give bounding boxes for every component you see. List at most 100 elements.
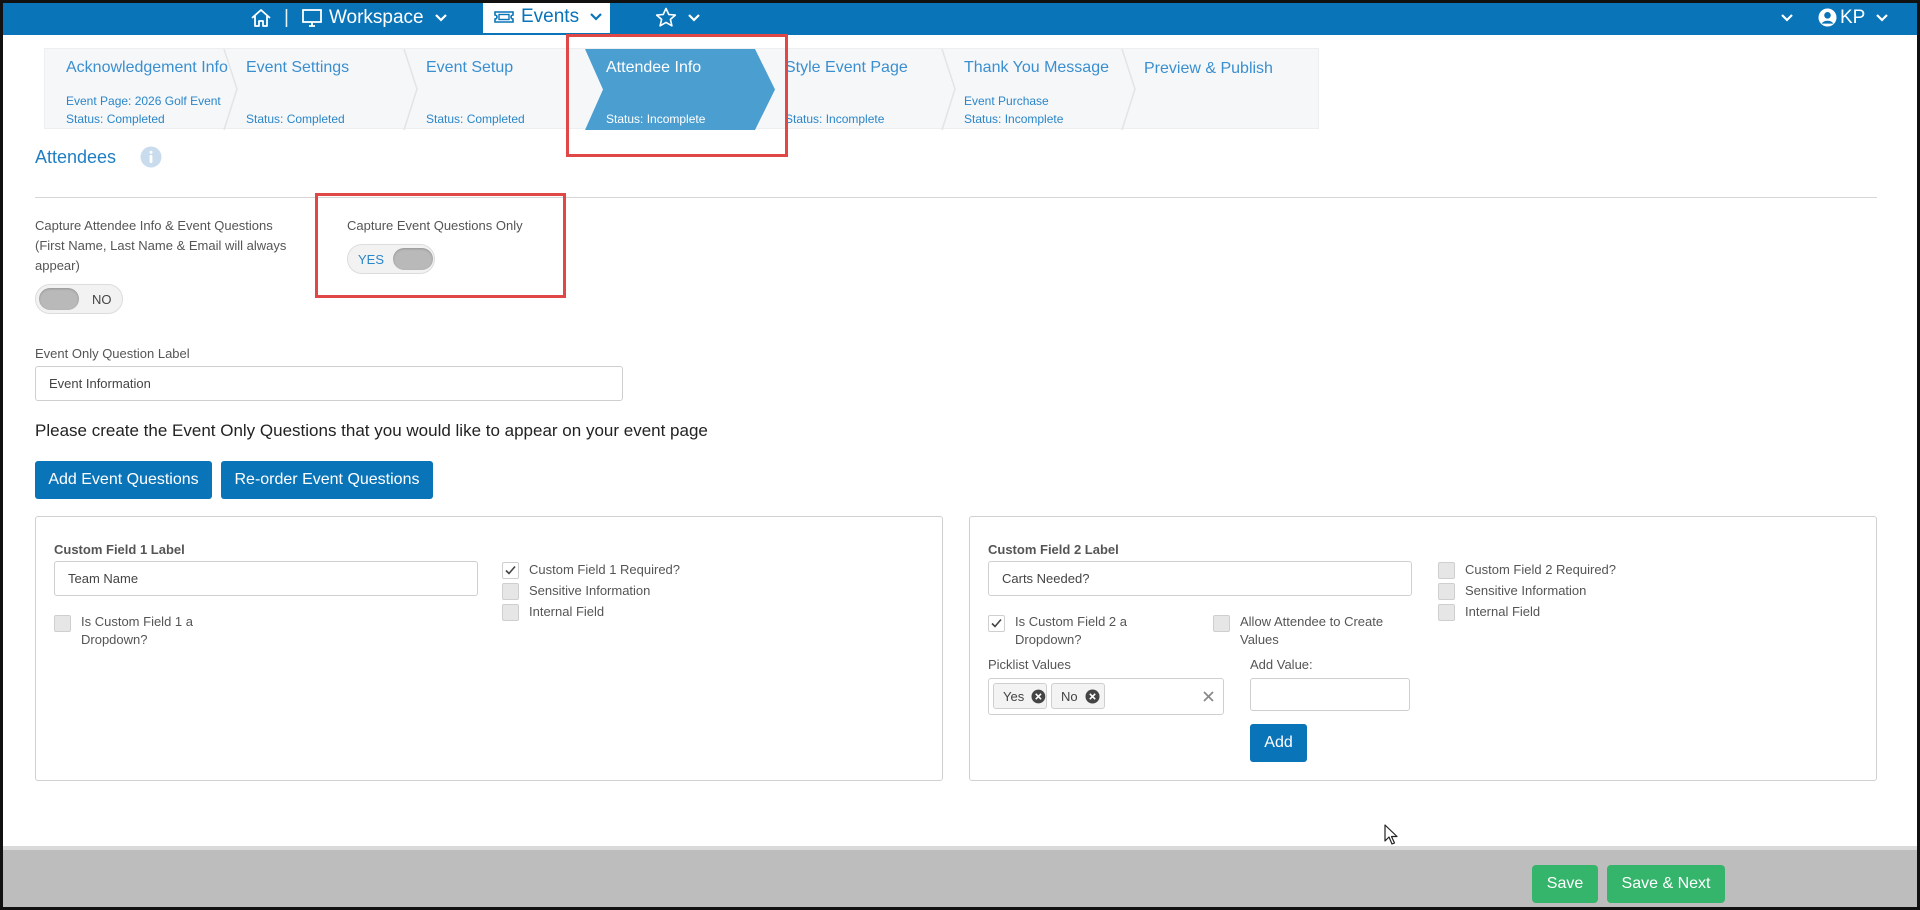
checkbox-label-line: Allow Attendee to Create: [1240, 614, 1384, 629]
step-status: Status: Completed: [426, 112, 525, 126]
picklist-tag[interactable]: Yes: [993, 683, 1047, 709]
reorder-event-questions-button[interactable]: Re-order Event Questions: [221, 461, 433, 499]
chevron-down-icon[interactable]: [1780, 13, 1794, 23]
user-initials[interactable]: KP: [1840, 7, 1865, 29]
step-title[interactable]: Thank You Message: [964, 59, 1109, 77]
instruction-text: Please create the Event Only Questions t…: [35, 421, 708, 440]
checkbox-label-line: Dropdown?: [81, 632, 148, 647]
checkbox-label-line: Dropdown?: [1015, 632, 1082, 647]
custom-field-1-required-label: Custom Field 1 Required?: [529, 562, 681, 577]
top-navigation-bar: | Workspace Events KP: [0, 0, 1920, 35]
capture-all-toggle[interactable]: NO: [35, 284, 123, 314]
picklist-values-box[interactable]: Yes No: [988, 678, 1224, 715]
custom-field-2-internal-label: Internal Field: [1465, 604, 1541, 619]
step-title[interactable]: Event Setup: [426, 59, 513, 77]
star-icon[interactable]: [655, 7, 677, 28]
allow-create-values-label: Allow Attendee to Create Values: [1240, 613, 1383, 649]
custom-field-2-dropdown-checkbox[interactable]: [988, 615, 1005, 632]
chevron-down-icon[interactable]: [589, 12, 603, 22]
custom-field-2-sensitive-checkbox[interactable]: [1438, 583, 1455, 600]
event-only-question-label: Event Only Question Label: [35, 346, 190, 361]
checkbox-label-line: Is Custom Field 1 a: [81, 614, 193, 629]
custom-field-1-required-checkbox[interactable]: [502, 562, 519, 579]
step-title[interactable]: Preview & Publish: [1144, 60, 1273, 78]
step-title[interactable]: Event Settings: [246, 59, 349, 77]
events-label[interactable]: Events: [521, 6, 579, 28]
custom-field-2-input[interactable]: Carts Needed?: [988, 561, 1412, 596]
section-divider: [35, 197, 1877, 198]
mouse-cursor-icon: [1384, 824, 1398, 845]
user-menu[interactable]: KP: [1780, 0, 1889, 35]
custom-field-2-required-checkbox[interactable]: [1438, 562, 1455, 579]
remove-tag-icon[interactable]: [1085, 689, 1100, 704]
checkbox-label-line: Values: [1240, 632, 1279, 647]
chevron-down-icon[interactable]: [687, 13, 701, 23]
step-event-setup[interactable]: Event Setup Status: Completed: [405, 49, 585, 130]
remove-tag-icon[interactable]: [1031, 689, 1046, 704]
workspace-label[interactable]: Workspace: [329, 7, 424, 29]
allow-create-values-checkbox[interactable]: [1213, 615, 1230, 632]
save-next-button[interactable]: Save & Next: [1607, 865, 1725, 903]
custom-field-1-input[interactable]: Team Name: [54, 561, 478, 596]
user-circle-icon[interactable]: [1818, 8, 1837, 27]
toggle-knob: [39, 288, 79, 310]
step-status: Status: Completed: [66, 112, 165, 126]
workspace-nav[interactable]: | Workspace: [250, 0, 448, 35]
ticket-icon: [493, 9, 515, 25]
step-status: Status: Incomplete: [785, 112, 885, 126]
step-style-event-page[interactable]: Style Event Page Status: Incomplete: [764, 49, 944, 130]
save-button[interactable]: Save: [1532, 865, 1598, 903]
step-acknowledgement-info[interactable]: Acknowledgement Info Event Page: 2026 Go…: [45, 49, 228, 130]
home-icon[interactable]: [250, 8, 272, 28]
favorites-nav[interactable]: [655, 0, 701, 35]
step-detail: Event Purchase: [964, 94, 1049, 108]
step-status: Status: Incomplete: [964, 112, 1064, 126]
custom-field-2-sensitive-label: Sensitive Information: [1465, 583, 1587, 598]
step-detail: Event Page: 2026 Golf Event: [66, 94, 221, 108]
add-event-questions-button[interactable]: Add Event Questions: [35, 461, 212, 499]
footer-action-bar: Save Save & Next: [0, 846, 1920, 910]
custom-field-1-internal-checkbox[interactable]: [502, 604, 519, 621]
step-event-settings[interactable]: Event Settings Status: Completed: [225, 49, 405, 130]
toggle-state: NO: [92, 292, 112, 307]
capture-all-label-line: appear): [35, 258, 80, 273]
info-icon[interactable]: [140, 146, 162, 173]
highlight-box-attendee-step: [566, 34, 788, 157]
custom-field-1-dropdown-checkbox[interactable]: [54, 615, 71, 632]
picklist-values-label: Picklist Values: [988, 657, 1071, 672]
custom-field-1-dropdown-label: Is Custom Field 1 a Dropdown?: [81, 613, 193, 649]
step-preview-publish[interactable]: Preview & Publish: [1123, 49, 1319, 130]
step-status: Status: Completed: [246, 112, 345, 126]
capture-all-label: Capture Attendee Info & Event Questions …: [35, 216, 325, 276]
add-value-button[interactable]: Add: [1250, 724, 1307, 762]
custom-field-2-label: Custom Field 2 Label: [988, 542, 1119, 557]
step-title[interactable]: Style Event Page: [785, 59, 908, 77]
picklist-tag[interactable]: No: [1051, 683, 1105, 709]
section-title: Attendees: [35, 147, 117, 167]
chevron-down-icon[interactable]: [1875, 13, 1889, 23]
add-value-input[interactable]: [1250, 678, 1410, 711]
capture-all-label-line: (First Name, Last Name & Email will alwa…: [35, 238, 287, 253]
checkmark-icon: [505, 565, 516, 575]
events-nav-tab[interactable]: Events: [483, 0, 610, 33]
custom-field-2-panel: Custom Field 2 Label Carts Needed? Is Cu…: [969, 516, 1877, 781]
event-only-question-input[interactable]: Event Information: [35, 366, 623, 401]
custom-field-1-panel: Custom Field 1 Label Team Name Is Custom…: [35, 516, 943, 781]
custom-field-2-dropdown-label: Is Custom Field 2 a Dropdown?: [1015, 613, 1127, 649]
monitor-icon: [301, 8, 323, 28]
picklist-tag-label: No: [1061, 688, 1078, 704]
custom-field-1-label: Custom Field 1 Label: [54, 542, 185, 557]
picklist-tag-label: Yes: [1003, 688, 1025, 704]
custom-field-2-internal-checkbox[interactable]: [1438, 604, 1455, 621]
clear-all-icon[interactable]: [1202, 690, 1215, 703]
custom-field-1-sensitive-checkbox[interactable]: [502, 583, 519, 600]
step-title[interactable]: Acknowledgement Info: [66, 59, 228, 77]
step-thank-you-message[interactable]: Thank You Message Event Purchase Status:…: [943, 49, 1123, 130]
chevron-down-icon[interactable]: [434, 13, 448, 23]
checkmark-icon: [991, 618, 1002, 628]
highlight-box-event-only: [315, 193, 566, 298]
nav-separator: |: [284, 6, 289, 28]
custom-field-1-sensitive-label: Sensitive Information: [529, 583, 651, 598]
capture-all-label-line: Capture Attendee Info & Event Questions: [35, 218, 273, 233]
add-value-label: Add Value:: [1250, 657, 1313, 672]
